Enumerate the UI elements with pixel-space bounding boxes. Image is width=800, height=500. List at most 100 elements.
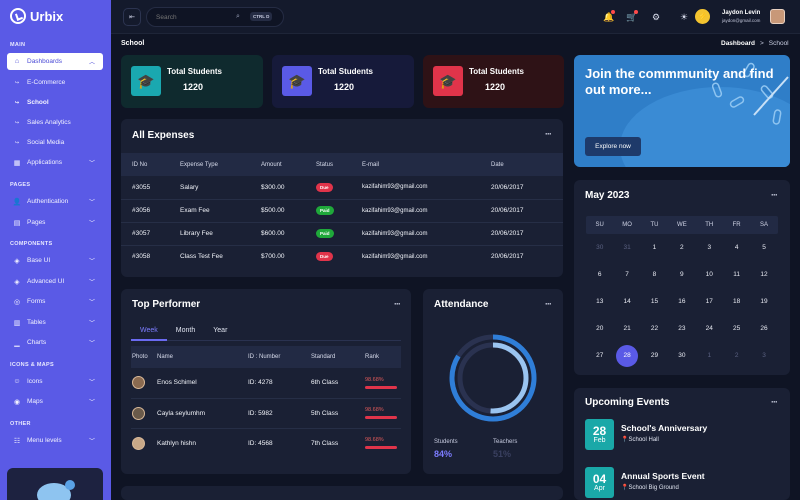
user-avatar[interactable] (770, 9, 785, 24)
sidebar-item-authentication[interactable]: 👤 Authentication ﹀ (7, 193, 103, 210)
sidebar-item-forms[interactable]: ◎ Forms ﹀ (7, 293, 103, 310)
notification-bell-icon[interactable]: 🔔 (602, 10, 616, 24)
calendar-day[interactable]: 9 (668, 271, 695, 278)
calendar-day[interactable]: 8 (641, 271, 668, 278)
table-row[interactable]: Enos Schimel ID: 4278 6th Class 98.68% (131, 368, 401, 399)
tab-month[interactable]: Month (167, 323, 204, 341)
search-icon[interactable]: ⌕ (236, 13, 240, 21)
calendar-day[interactable]: 15 (641, 298, 668, 305)
table-row[interactable]: #3058 Class Test Fee $700.00 Due kazifah… (121, 245, 563, 268)
cart-icon[interactable]: 🛒 (625, 10, 639, 24)
sun-icon[interactable]: ☀ (677, 10, 691, 24)
calendar-day[interactable]: 24 (696, 325, 723, 332)
explore-now-button[interactable]: Explore now (585, 137, 641, 156)
table-row[interactable]: #3056 Exam Fee $500.00 Paid kazifahim93@… (121, 199, 563, 223)
sidebar-item-label: School (27, 99, 49, 106)
more-options-icon[interactable]: ··· (545, 129, 552, 139)
calendar-day[interactable]: 1 (641, 244, 668, 251)
section-main: MAIN (10, 42, 26, 48)
user-name[interactable]: Jaydon Levin (722, 10, 760, 16)
sidebar-item-tables[interactable]: ▥ Tables ﹀ (7, 314, 103, 331)
calendar-day[interactable]: 5 (750, 244, 777, 251)
status-badge: Paid (316, 206, 334, 215)
calendar-day[interactable]: 29 (641, 352, 668, 359)
weekday-label: SA (760, 222, 769, 228)
sidebar-item-base-ui[interactable]: ◈ Base UI ﹀ (7, 252, 103, 269)
calendar-day[interactable]: 6 (586, 271, 613, 278)
event-item[interactable]: 28 Feb School's Anniversary 📍School Hall (585, 419, 707, 450)
table-row[interactable]: #3055 Salary $300.00 Due kazifahim93@gma… (121, 176, 563, 200)
calendar-day[interactable]: 14 (613, 298, 640, 305)
calendar-day[interactable]: 16 (668, 298, 695, 305)
calendar-day[interactable]: 3 (750, 352, 777, 359)
event-month: Apr (594, 485, 605, 492)
calendar-day[interactable]: 2 (668, 244, 695, 251)
calendar-day[interactable]: 1 (696, 352, 723, 359)
sidebar-item-menu-levels[interactable]: ☷ Menu levels ﹀ (7, 432, 103, 449)
sidebar-item-ecommerce[interactable]: ↪ E-Commerce (7, 74, 103, 91)
calendar-day[interactable]: 31 (613, 244, 640, 251)
sidebar-item-social-media[interactable]: ↪ Social Media (7, 134, 103, 151)
rank-bar (365, 416, 397, 419)
calendar-day[interactable]: 27 (586, 352, 613, 359)
calendar-day[interactable]: 4 (723, 244, 750, 251)
column-header: Rank (365, 346, 401, 368)
calendar-day[interactable]: 12 (750, 271, 777, 278)
calendar-day[interactable]: 20 (586, 325, 613, 332)
sidebar-item-applications[interactable]: ▦ Applications ﹀ (7, 154, 103, 171)
calendar-week: 6 7 8 9 10 11 12 (586, 261, 778, 288)
period-tabs: Week Month Year (131, 323, 401, 341)
tab-year[interactable]: Year (204, 323, 236, 341)
lightning-icon[interactable]: ⚡ (695, 9, 710, 24)
weekday-label: SU (595, 222, 604, 228)
column-header: Standard (311, 346, 365, 368)
brand-logo[interactable]: Urbix (10, 8, 63, 24)
calendar-day[interactable]: 25 (723, 325, 750, 332)
calendar-day[interactable]: 30 (586, 244, 613, 251)
more-options-icon[interactable]: ··· (545, 299, 552, 309)
gear-icon[interactable]: ⚙ (649, 10, 663, 24)
calendar-day[interactable]: 10 (696, 271, 723, 278)
table-row[interactable]: Cayla seylumhm ID: 5982 5th Class 98.68% (131, 398, 401, 429)
calendar-day[interactable]: 26 (750, 325, 777, 332)
sidebar-item-label: Social Media (27, 139, 65, 146)
sidebar-item-dashboards[interactable]: ⌂ Dashboards ︿ (7, 53, 103, 70)
sidebar-item-maps[interactable]: ◉ Maps ﹀ (7, 393, 103, 410)
calendar-day[interactable]: 21 (613, 325, 640, 332)
calendar-day[interactable]: 2 (723, 352, 750, 359)
calendar-day[interactable]: 22 (641, 325, 668, 332)
calendar-day[interactable]: 18 (723, 298, 750, 305)
event-item[interactable]: 04 Apr Annual Sports Event 📍School Big Gro… (585, 467, 705, 498)
more-options-icon[interactable]: ··· (771, 190, 778, 200)
calendar-day[interactable]: 17 (696, 298, 723, 305)
search-input[interactable] (156, 13, 236, 21)
calendar-day[interactable]: 19 (750, 298, 777, 305)
students-value: 84% (434, 449, 453, 459)
calendar-day[interactable]: 11 (723, 271, 750, 278)
calendar-day-today[interactable]: 28 (613, 344, 640, 367)
sidebar-item-advanced-ui[interactable]: ◈ Advanced UI ﹀ (7, 273, 103, 290)
menu-icon: ☷ (13, 437, 21, 445)
sidebar-item-charts[interactable]: ▁ Charts ﹀ (7, 334, 103, 351)
sidebar-item-pages[interactable]: ▤ Pages ﹀ (7, 214, 103, 231)
calendar-day[interactable]: 3 (696, 244, 723, 251)
graduation-cap-icon: 🎓 (282, 66, 312, 96)
breadcrumb-home[interactable]: Dashboard (721, 40, 755, 47)
calendar-day[interactable]: 7 (613, 271, 640, 278)
table-row[interactable]: Kathlyn hishn ID: 4568 7th Class 98.68% (131, 428, 401, 458)
more-options-icon[interactable]: ··· (394, 299, 401, 309)
sidebar-item-school[interactable]: ↪ School (7, 94, 103, 111)
section-components: COMPONENTS (10, 241, 53, 247)
tab-week[interactable]: Week (131, 323, 167, 341)
event-date-badge: 28 Feb (585, 419, 614, 450)
search-box: ⌕ CTRL D (146, 7, 284, 27)
sidebar-item-icons[interactable]: ☺ Icons ﹀ (7, 373, 103, 390)
collapse-sidebar-button[interactable]: ⇤ (123, 8, 141, 26)
table-row[interactable]: #3057 Library Fee $600.00 Paid kazifahim… (121, 222, 563, 246)
calendar-day[interactable]: 30 (668, 352, 695, 359)
cell-status: Paid (316, 199, 362, 223)
more-options-icon[interactable]: ··· (771, 397, 778, 407)
sidebar-item-sales-analytics[interactable]: ↪ Sales Analytics (7, 114, 103, 131)
calendar-day[interactable]: 23 (668, 325, 695, 332)
calendar-day[interactable]: 13 (586, 298, 613, 305)
